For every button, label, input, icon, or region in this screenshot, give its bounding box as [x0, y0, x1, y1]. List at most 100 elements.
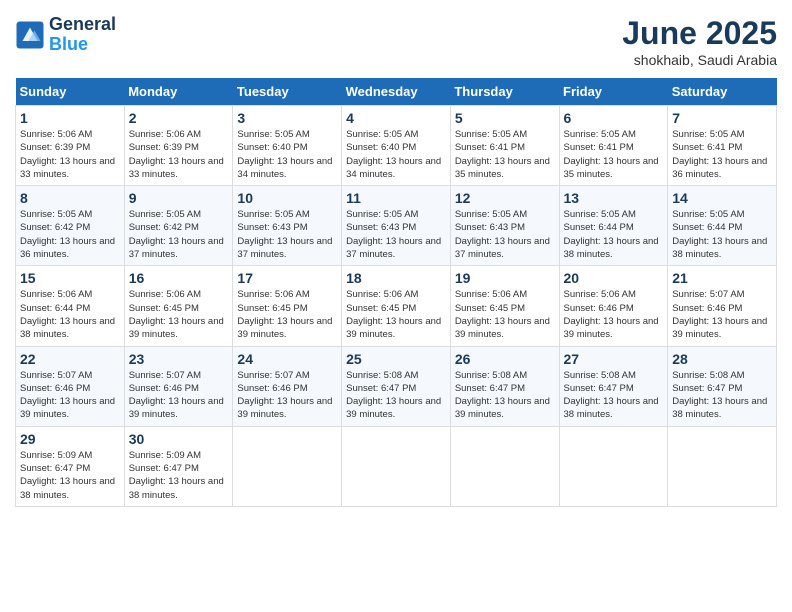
day-number: 14	[672, 190, 772, 206]
day-number: 11	[346, 190, 446, 206]
day-number: 7	[672, 110, 772, 126]
calendar-cell	[450, 426, 559, 506]
calendar-cell: 2 Sunrise: 5:06 AM Sunset: 6:39 PM Dayli…	[124, 106, 233, 186]
month-title: June 2025	[622, 15, 777, 52]
calendar-cell	[668, 426, 777, 506]
day-info: Sunrise: 5:09 AM Sunset: 6:47 PM Dayligh…	[129, 449, 229, 502]
day-number: 12	[455, 190, 555, 206]
day-info: Sunrise: 5:05 AM Sunset: 6:40 PM Dayligh…	[237, 128, 337, 181]
calendar-week-row: 15 Sunrise: 5:06 AM Sunset: 6:44 PM Dayl…	[16, 266, 777, 346]
calendar-cell: 26 Sunrise: 5:08 AM Sunset: 6:47 PM Dayl…	[450, 346, 559, 426]
col-thursday: Thursday	[450, 78, 559, 106]
calendar-header-row: Sunday Monday Tuesday Wednesday Thursday…	[16, 78, 777, 106]
day-number: 18	[346, 270, 446, 286]
calendar-cell: 1 Sunrise: 5:06 AM Sunset: 6:39 PM Dayli…	[16, 106, 125, 186]
day-info: Sunrise: 5:06 AM Sunset: 6:45 PM Dayligh…	[129, 288, 229, 341]
day-info: Sunrise: 5:07 AM Sunset: 6:46 PM Dayligh…	[237, 369, 337, 422]
day-info: Sunrise: 5:06 AM Sunset: 6:45 PM Dayligh…	[237, 288, 337, 341]
calendar-week-row: 1 Sunrise: 5:06 AM Sunset: 6:39 PM Dayli…	[16, 106, 777, 186]
day-info: Sunrise: 5:05 AM Sunset: 6:43 PM Dayligh…	[237, 208, 337, 261]
page-header: GeneralBlue June 2025 shokhaib, Saudi Ar…	[15, 15, 777, 68]
calendar-cell: 14 Sunrise: 5:05 AM Sunset: 6:44 PM Dayl…	[668, 186, 777, 266]
day-number: 4	[346, 110, 446, 126]
location: shokhaib, Saudi Arabia	[622, 52, 777, 68]
col-wednesday: Wednesday	[342, 78, 451, 106]
day-info: Sunrise: 5:05 AM Sunset: 6:41 PM Dayligh…	[455, 128, 555, 181]
day-number: 29	[20, 431, 120, 447]
logo-text: GeneralBlue	[49, 15, 116, 55]
calendar-cell: 20 Sunrise: 5:06 AM Sunset: 6:46 PM Dayl…	[559, 266, 668, 346]
title-area: June 2025 shokhaib, Saudi Arabia	[622, 15, 777, 68]
logo-icon	[15, 20, 45, 50]
day-number: 19	[455, 270, 555, 286]
day-number: 3	[237, 110, 337, 126]
calendar-cell: 7 Sunrise: 5:05 AM Sunset: 6:41 PM Dayli…	[668, 106, 777, 186]
calendar-cell: 13 Sunrise: 5:05 AM Sunset: 6:44 PM Dayl…	[559, 186, 668, 266]
calendar-cell: 8 Sunrise: 5:05 AM Sunset: 6:42 PM Dayli…	[16, 186, 125, 266]
day-info: Sunrise: 5:05 AM Sunset: 6:42 PM Dayligh…	[20, 208, 120, 261]
calendar-table: Sunday Monday Tuesday Wednesday Thursday…	[15, 78, 777, 507]
calendar-cell: 15 Sunrise: 5:06 AM Sunset: 6:44 PM Dayl…	[16, 266, 125, 346]
calendar-cell: 9 Sunrise: 5:05 AM Sunset: 6:42 PM Dayli…	[124, 186, 233, 266]
calendar-cell: 16 Sunrise: 5:06 AM Sunset: 6:45 PM Dayl…	[124, 266, 233, 346]
day-number: 15	[20, 270, 120, 286]
calendar-cell: 27 Sunrise: 5:08 AM Sunset: 6:47 PM Dayl…	[559, 346, 668, 426]
day-number: 30	[129, 431, 229, 447]
day-number: 16	[129, 270, 229, 286]
day-info: Sunrise: 5:07 AM Sunset: 6:46 PM Dayligh…	[672, 288, 772, 341]
day-info: Sunrise: 5:06 AM Sunset: 6:46 PM Dayligh…	[564, 288, 664, 341]
day-number: 25	[346, 351, 446, 367]
day-number: 13	[564, 190, 664, 206]
calendar-cell: 30 Sunrise: 5:09 AM Sunset: 6:47 PM Dayl…	[124, 426, 233, 506]
day-number: 27	[564, 351, 664, 367]
day-info: Sunrise: 5:06 AM Sunset: 6:39 PM Dayligh…	[129, 128, 229, 181]
day-info: Sunrise: 5:06 AM Sunset: 6:45 PM Dayligh…	[346, 288, 446, 341]
calendar-cell: 22 Sunrise: 5:07 AM Sunset: 6:46 PM Dayl…	[16, 346, 125, 426]
day-info: Sunrise: 5:05 AM Sunset: 6:41 PM Dayligh…	[564, 128, 664, 181]
day-number: 10	[237, 190, 337, 206]
day-number: 9	[129, 190, 229, 206]
day-info: Sunrise: 5:05 AM Sunset: 6:44 PM Dayligh…	[672, 208, 772, 261]
day-info: Sunrise: 5:05 AM Sunset: 6:43 PM Dayligh…	[455, 208, 555, 261]
calendar-cell: 24 Sunrise: 5:07 AM Sunset: 6:46 PM Dayl…	[233, 346, 342, 426]
day-number: 20	[564, 270, 664, 286]
day-number: 2	[129, 110, 229, 126]
calendar-cell: 6 Sunrise: 5:05 AM Sunset: 6:41 PM Dayli…	[559, 106, 668, 186]
calendar-cell: 19 Sunrise: 5:06 AM Sunset: 6:45 PM Dayl…	[450, 266, 559, 346]
calendar-cell: 12 Sunrise: 5:05 AM Sunset: 6:43 PM Dayl…	[450, 186, 559, 266]
calendar-week-row: 29 Sunrise: 5:09 AM Sunset: 6:47 PM Dayl…	[16, 426, 777, 506]
day-info: Sunrise: 5:05 AM Sunset: 6:42 PM Dayligh…	[129, 208, 229, 261]
calendar-cell: 29 Sunrise: 5:09 AM Sunset: 6:47 PM Dayl…	[16, 426, 125, 506]
calendar-cell: 11 Sunrise: 5:05 AM Sunset: 6:43 PM Dayl…	[342, 186, 451, 266]
day-info: Sunrise: 5:05 AM Sunset: 6:43 PM Dayligh…	[346, 208, 446, 261]
calendar-cell	[559, 426, 668, 506]
day-info: Sunrise: 5:09 AM Sunset: 6:47 PM Dayligh…	[20, 449, 120, 502]
calendar-cell: 25 Sunrise: 5:08 AM Sunset: 6:47 PM Dayl…	[342, 346, 451, 426]
day-number: 1	[20, 110, 120, 126]
day-number: 17	[237, 270, 337, 286]
day-info: Sunrise: 5:06 AM Sunset: 6:44 PM Dayligh…	[20, 288, 120, 341]
day-info: Sunrise: 5:07 AM Sunset: 6:46 PM Dayligh…	[129, 369, 229, 422]
calendar-cell: 4 Sunrise: 5:05 AM Sunset: 6:40 PM Dayli…	[342, 106, 451, 186]
day-info: Sunrise: 5:06 AM Sunset: 6:45 PM Dayligh…	[455, 288, 555, 341]
calendar-cell: 10 Sunrise: 5:05 AM Sunset: 6:43 PM Dayl…	[233, 186, 342, 266]
day-number: 24	[237, 351, 337, 367]
calendar-week-row: 22 Sunrise: 5:07 AM Sunset: 6:46 PM Dayl…	[16, 346, 777, 426]
day-number: 26	[455, 351, 555, 367]
day-info: Sunrise: 5:07 AM Sunset: 6:46 PM Dayligh…	[20, 369, 120, 422]
day-number: 5	[455, 110, 555, 126]
day-info: Sunrise: 5:08 AM Sunset: 6:47 PM Dayligh…	[455, 369, 555, 422]
day-info: Sunrise: 5:05 AM Sunset: 6:44 PM Dayligh…	[564, 208, 664, 261]
day-number: 28	[672, 351, 772, 367]
col-friday: Friday	[559, 78, 668, 106]
day-number: 23	[129, 351, 229, 367]
calendar-cell: 18 Sunrise: 5:06 AM Sunset: 6:45 PM Dayl…	[342, 266, 451, 346]
day-info: Sunrise: 5:05 AM Sunset: 6:41 PM Dayligh…	[672, 128, 772, 181]
col-tuesday: Tuesday	[233, 78, 342, 106]
calendar-cell: 23 Sunrise: 5:07 AM Sunset: 6:46 PM Dayl…	[124, 346, 233, 426]
calendar-cell: 3 Sunrise: 5:05 AM Sunset: 6:40 PM Dayli…	[233, 106, 342, 186]
day-info: Sunrise: 5:08 AM Sunset: 6:47 PM Dayligh…	[672, 369, 772, 422]
day-info: Sunrise: 5:06 AM Sunset: 6:39 PM Dayligh…	[20, 128, 120, 181]
calendar-cell: 28 Sunrise: 5:08 AM Sunset: 6:47 PM Dayl…	[668, 346, 777, 426]
calendar-cell: 17 Sunrise: 5:06 AM Sunset: 6:45 PM Dayl…	[233, 266, 342, 346]
